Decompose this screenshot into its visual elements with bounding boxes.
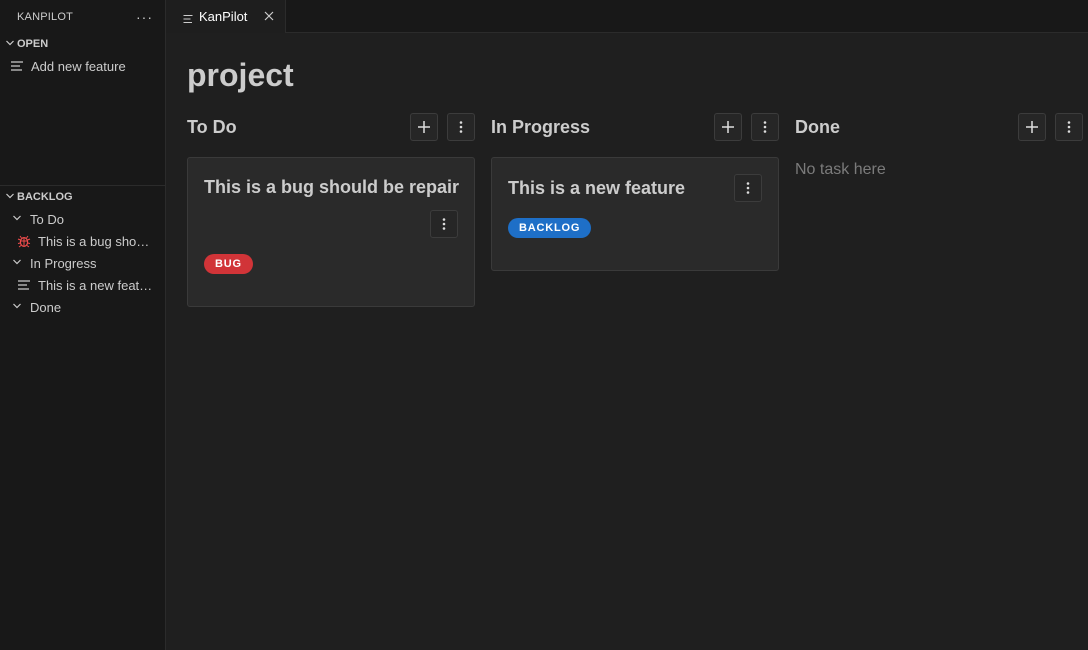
tree-item-label: This is a bug should be repair [38, 233, 155, 249]
open-section-header[interactable]: OPEN [0, 33, 165, 55]
plus-icon [1026, 121, 1038, 133]
column-in-progress: In Progress This is a new feature BACKLO… [491, 113, 779, 271]
tree-item-feature[interactable]: This is a new feature [0, 274, 165, 296]
column-title: In Progress [491, 116, 591, 137]
add-task-button[interactable] [1018, 113, 1046, 141]
tree-group-to-do[interactable]: To Do [0, 208, 165, 230]
tree-group-done[interactable]: Done [0, 296, 165, 318]
column-title: To Do [187, 116, 237, 137]
open-item-label: Add new feature [31, 58, 126, 74]
sidebar: KANPILOT ··· OPEN Add new feature BACKLO… [0, 0, 166, 650]
backlog-section-header[interactable]: BACKLOG [0, 186, 165, 208]
page-title: project [187, 57, 294, 93]
kebab-menu-icon [459, 121, 463, 133]
tab-bar: KanPilot [166, 0, 1088, 33]
tree-group-label: Done [30, 299, 62, 315]
add-task-button[interactable] [714, 113, 742, 141]
tab-kanpilot[interactable]: KanPilot [166, 0, 286, 33]
open-item-add-new-feature[interactable]: Add new feature [0, 55, 165, 77]
sidebar-title: KANPILOT [17, 10, 74, 23]
close-icon[interactable] [262, 9, 276, 23]
column-done: Done No task here [795, 113, 1083, 178]
sidebar-title-bar: KANPILOT ··· [0, 0, 165, 33]
chevron-down-icon [10, 301, 24, 314]
kebab-menu-icon [746, 182, 750, 194]
tree-item-label: This is a new feature [38, 277, 155, 293]
task-card[interactable]: This is a bug should be repair BUG [187, 157, 475, 307]
add-task-button[interactable] [410, 113, 438, 141]
open-section-label: OPEN [17, 38, 49, 50]
chevron-down-icon [10, 257, 24, 270]
chevron-down-icon [10, 213, 24, 226]
column-actions [410, 113, 475, 141]
task-card[interactable]: This is a new feature BACKLOG [491, 157, 779, 271]
column-title: Done [795, 116, 840, 137]
tree-group-label: To Do [30, 211, 64, 227]
column-actions [714, 113, 779, 141]
column-header: To Do [187, 113, 475, 141]
chevron-down-icon [3, 38, 17, 51]
card-title: This is a bug should be repair [204, 177, 460, 197]
lines-icon [9, 58, 25, 74]
kebab-menu-icon [1067, 121, 1071, 133]
kebab-menu-icon [763, 121, 767, 133]
kebab-menu-icon [442, 218, 446, 230]
column-to-do: To Do This is a bug should be repair BUG [187, 113, 475, 307]
column-header: Done [795, 113, 1083, 141]
backlog-section: BACKLOG To Do This is a bug should be re… [0, 186, 165, 318]
column-menu-button[interactable] [1055, 113, 1083, 141]
backlog-section-label: BACKLOG [17, 191, 73, 203]
empty-column-text: No task here [795, 161, 886, 178]
open-section: OPEN Add new feature [0, 33, 165, 185]
tree-group-in-progress[interactable]: In Progress [0, 252, 165, 274]
more-actions-icon[interactable]: ··· [136, 9, 153, 25]
tree-item-bug[interactable]: This is a bug should be repair [0, 230, 165, 252]
card-title: This is a new feature [508, 178, 686, 198]
column-menu-button[interactable] [751, 113, 779, 141]
card-menu-button[interactable] [734, 174, 762, 202]
tab-label: KanPilot [199, 9, 248, 24]
tree-group-label: In Progress [30, 255, 97, 271]
board: project To Do This is a bug should be re… [166, 33, 1088, 650]
status-badge: BUG [204, 254, 253, 274]
card-menu-button[interactable] [430, 210, 458, 238]
bug-icon [16, 233, 32, 249]
column-menu-button[interactable] [447, 113, 475, 141]
chevron-down-icon [3, 191, 17, 204]
column-actions [1018, 113, 1083, 141]
lines-icon [183, 12, 193, 23]
column-header: In Progress [491, 113, 779, 141]
status-badge: BACKLOG [508, 218, 592, 238]
plus-icon [418, 121, 430, 133]
plus-icon [722, 121, 734, 133]
lines-icon [16, 277, 32, 293]
